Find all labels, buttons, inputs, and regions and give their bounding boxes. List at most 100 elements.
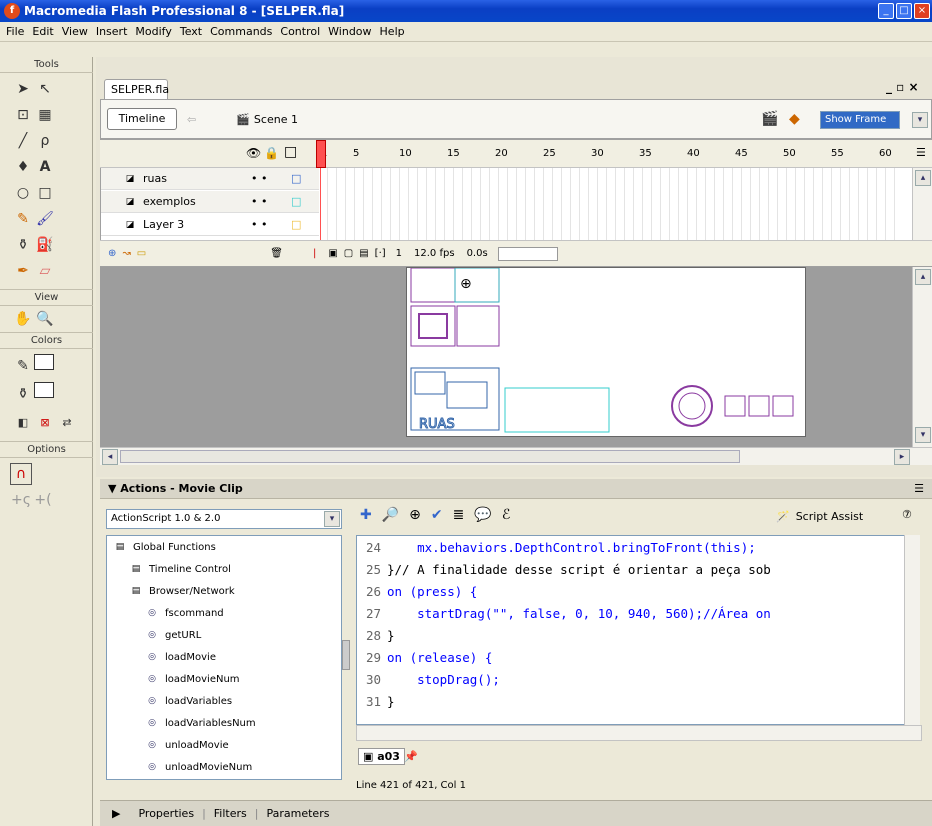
outline-icon[interactable]: □ — [284, 144, 297, 160]
edit-multiple-icon[interactable]: ▤ — [359, 248, 368, 259]
layer-ruas[interactable]: ◪ ruas • • □ — [101, 168, 319, 190]
zoom-dropdown-icon[interactable]: ▾ — [912, 112, 928, 128]
layer-3[interactable]: ◪ Layer 3 • • □ — [101, 214, 319, 236]
stage-hscroll[interactable]: ◂ ▸ — [100, 447, 932, 465]
scene-breadcrumb[interactable]: 🎬 Scene 1 — [236, 113, 298, 126]
ink-bottle-icon[interactable]: ⚱ — [12, 234, 34, 256]
zoom-tool-icon[interactable]: 🔍 — [34, 308, 56, 330]
scroll-up-icon[interactable]: ▴ — [915, 170, 931, 186]
code-line[interactable]: 29 on (release) { — [357, 646, 905, 668]
check-syntax-icon[interactable]: ✔ — [431, 507, 443, 523]
stroke-color-icon[interactable]: ✎ — [12, 355, 34, 377]
actionscript-version-select[interactable]: ActionScript 1.0 & 2.0 — [106, 509, 342, 529]
pen-tool-icon[interactable]: ♦ — [12, 156, 34, 178]
scroll-left-icon[interactable]: ◂ — [102, 449, 118, 465]
actions-header[interactable]: ▼ Actions - Movie Clip ☰ — [100, 479, 932, 499]
pin-script-icon[interactable]: 📌 — [404, 750, 418, 763]
tab-parameters[interactable]: Parameters — [266, 807, 329, 820]
oval-tool-icon[interactable]: ○ — [12, 182, 34, 204]
menu-commands[interactable]: Commands — [206, 25, 276, 38]
straighten-icon[interactable]: +( — [32, 489, 54, 511]
timeline-button[interactable]: Timeline — [107, 108, 177, 130]
code-line[interactable]: 30 stopDrag(); — [357, 668, 905, 690]
script-tab[interactable]: ▣ a03 — [358, 748, 405, 765]
tree-item[interactable]: ◎ unloadMovieNum — [107, 756, 341, 778]
code-line[interactable]: 26 on (press) { — [357, 580, 905, 602]
menu-file[interactable]: File — [2, 25, 28, 38]
onion-markers-icon[interactable]: [·] — [375, 248, 386, 259]
code-hscroll[interactable] — [356, 725, 922, 741]
hscroll-thumb[interactable] — [120, 450, 740, 463]
code-hint-icon[interactable]: 💬 — [474, 507, 491, 523]
rectangle-tool-icon[interactable]: □ — [34, 182, 56, 204]
lock-icon[interactable]: 🔒 — [264, 146, 279, 160]
layer-exemplos[interactable]: ◪ exemplos • • □ — [101, 191, 319, 213]
lasso-tool-icon[interactable]: ρ — [34, 130, 56, 152]
tree-item[interactable]: ◎ loadVariablesNum — [107, 712, 341, 734]
edit-symbols-icon[interactable]: ◆ — [789, 111, 800, 127]
tree-item[interactable]: ◎ unloadMovie — [107, 734, 341, 756]
tree-item[interactable]: ◎ fscommand — [107, 602, 341, 624]
code-vscroll[interactable] — [904, 535, 920, 725]
menu-window[interactable]: Window — [324, 25, 375, 38]
black-white-icon[interactable]: ◧ — [12, 412, 34, 434]
back-arrow-icon[interactable]: ⇦ — [187, 113, 196, 126]
tree-item[interactable]: ◎ loadVariables — [107, 690, 341, 712]
expand-arrow-icon[interactable]: ▶ — [112, 807, 120, 820]
add-guide-icon[interactable]: ↝ — [122, 248, 130, 259]
menu-edit[interactable]: Edit — [28, 25, 57, 38]
delete-layer-icon[interactable]: 🗑 — [270, 248, 283, 259]
tree-item[interactable]: ▤ Timeline Control — [107, 558, 341, 580]
subselect-tool-icon[interactable]: ↖ — [34, 78, 56, 100]
auto-format-icon[interactable]: ≣ — [453, 507, 465, 523]
gradient-transform-icon[interactable]: ▦ — [34, 104, 56, 126]
tree-item[interactable]: ◎ loadMovie — [107, 646, 341, 668]
tree-item[interactable]: ▤ Browser/Network — [107, 580, 341, 602]
eyedropper-icon[interactable]: ✒ — [12, 260, 34, 282]
splitter-handle[interactable] — [342, 640, 350, 670]
scroll-down-icon[interactable]: ▾ — [915, 427, 931, 443]
script-assist-toggle[interactable]: 🪄 Script Assist — [776, 510, 863, 523]
zoom-select[interactable]: Show Frame — [820, 111, 900, 129]
center-frame-icon[interactable]: | — [313, 248, 316, 259]
swap-colors-icon[interactable]: ⇄ — [56, 412, 78, 434]
menu-text[interactable]: Text — [176, 25, 206, 38]
line-tool-icon[interactable]: ╱ — [12, 130, 34, 152]
script-editor[interactable]: 24 mx.behaviors.DepthControl.bringToFron… — [356, 535, 906, 725]
tab-properties[interactable]: Properties — [138, 807, 194, 820]
timeline-menu-icon[interactable]: ☰ — [916, 146, 926, 159]
code-line[interactable]: 28} — [357, 624, 905, 646]
frame-rate[interactable]: 12.0 fps — [414, 248, 455, 259]
hand-tool-icon[interactable]: ✋ — [12, 308, 34, 330]
arrow-tool-icon[interactable]: ➤ — [12, 78, 34, 100]
menu-view[interactable]: View — [58, 25, 92, 38]
timeline-hscroll[interactable] — [497, 246, 558, 261]
tab-filters[interactable]: Filters — [214, 807, 247, 820]
help-icon[interactable]: ⑦ — [902, 508, 912, 521]
onion-skin-icon[interactable]: ▣ — [328, 248, 337, 259]
frame-ruler[interactable]: 151015202530354045505560 — [319, 148, 903, 166]
fill-color-icon[interactable]: ⚱ — [12, 383, 34, 405]
code-line[interactable]: 25}// A finalidade desse script é orient… — [357, 558, 905, 580]
edit-scene-icon[interactable]: 🎬 — [761, 111, 778, 127]
insert-layer-icon[interactable]: ⊕ — [108, 248, 116, 259]
close-icon[interactable]: × — [914, 3, 930, 19]
code-line[interactable]: 24 mx.behaviors.DepthControl.bringToFron… — [357, 536, 905, 558]
menu-insert[interactable]: Insert — [92, 25, 132, 38]
find-icon[interactable]: 🔎 — [382, 507, 399, 523]
frames-grid[interactable] — [319, 168, 903, 240]
stroke-color-swatch[interactable] — [34, 354, 54, 370]
insert-folder-icon[interactable]: ▭ — [137, 248, 146, 259]
maximize-icon[interactable]: □ — [896, 3, 912, 19]
timeline-vscroll[interactable]: ▴ — [912, 168, 932, 240]
onion-outline-icon[interactable]: ▢ — [344, 248, 353, 259]
tree-item[interactable]: ◎ getURL — [107, 624, 341, 646]
text-tool-icon[interactable]: A — [34, 156, 56, 178]
no-color-icon[interactable]: ⊠ — [34, 412, 56, 434]
doc-window-controls[interactable]: _ ▫ × — [886, 80, 919, 94]
eraser-icon[interactable]: ▱ — [34, 260, 56, 282]
code-line[interactable]: 27 startDrag("", false, 0, 10, 940, 560)… — [357, 602, 905, 624]
scroll-right-icon[interactable]: ▸ — [894, 449, 910, 465]
tree-item[interactable]: ▤ Global Functions — [107, 536, 341, 558]
add-item-icon[interactable]: ✚ — [360, 507, 372, 523]
